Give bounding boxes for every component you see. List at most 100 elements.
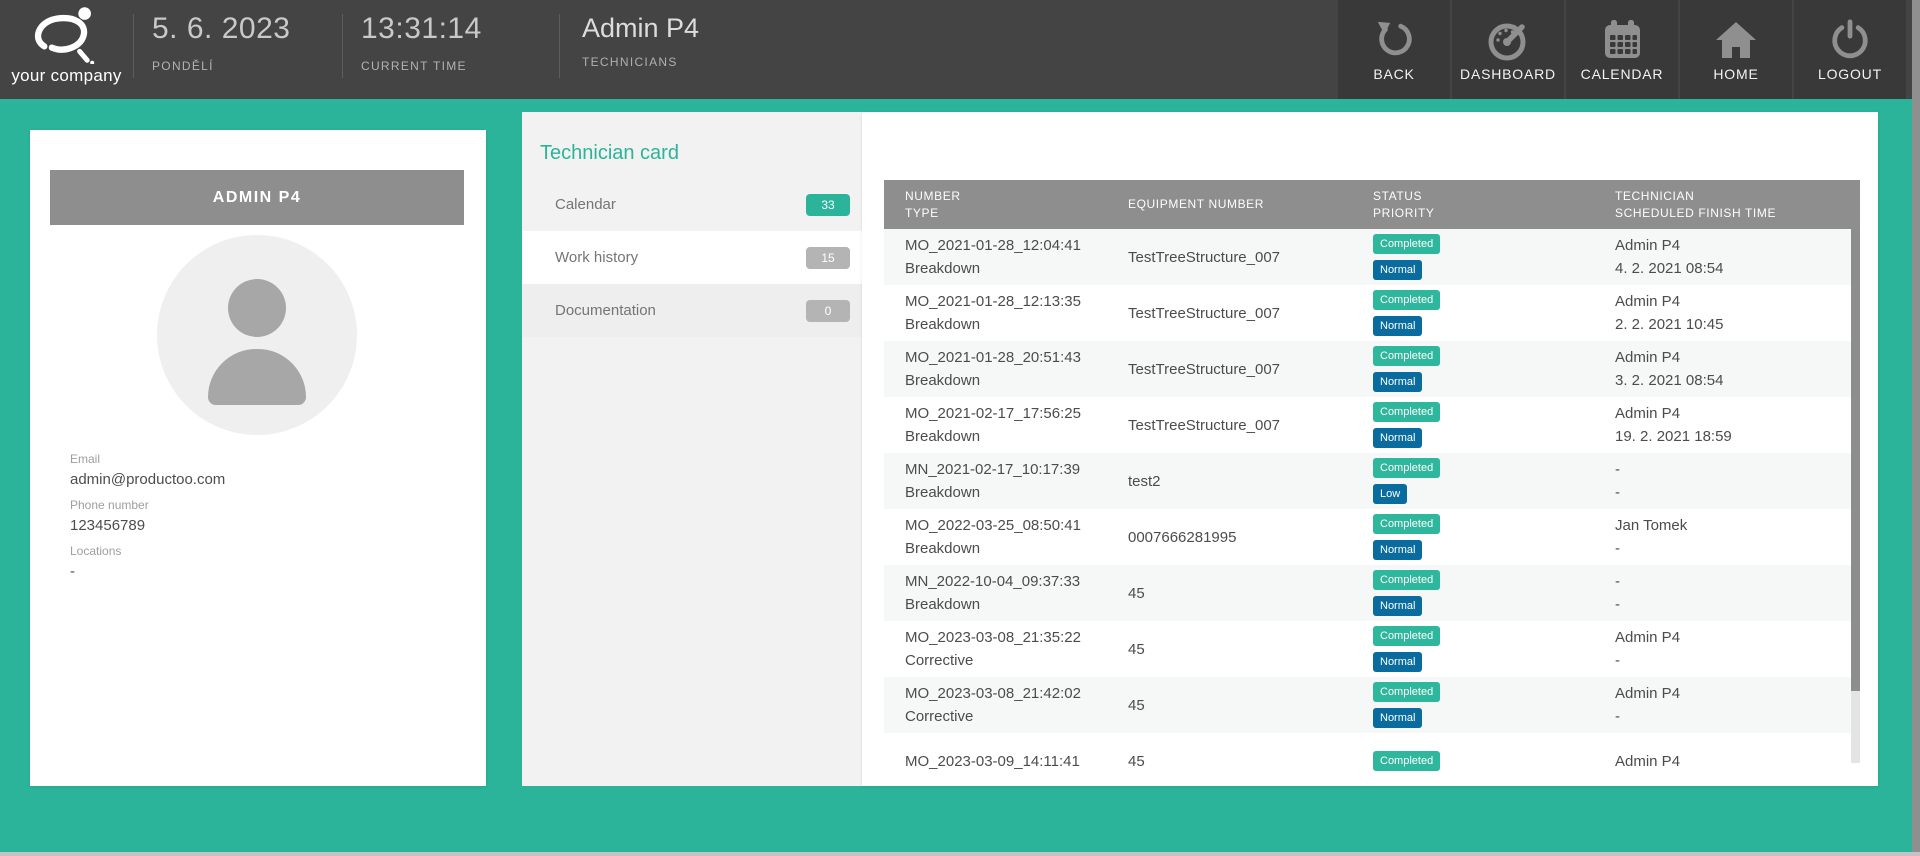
table-row[interactable]: MO_2023-03-08_21:42:02 Corrective 45 Com… xyxy=(884,677,1851,733)
order-number: MN_2022-10-04_09:37:33 xyxy=(905,570,1128,593)
cell-equipment: TestTreeStructure_007 xyxy=(1128,341,1373,397)
cell-status-priority: Completed Normal xyxy=(1373,397,1615,453)
current-time-label: CURRENT TIME xyxy=(361,59,559,73)
technician-name: - xyxy=(1615,570,1851,593)
priority-badge: Normal xyxy=(1373,260,1422,280)
home-button[interactable]: HOME xyxy=(1680,0,1792,99)
equipment-number: 45 xyxy=(1128,750,1373,773)
table-header: NUMBER TYPE EQUIPMENT NUMBER STATUS PRIO… xyxy=(884,180,1860,229)
table-row[interactable]: MO_2021-01-28_20:51:43 Breakdown TestTre… xyxy=(884,341,1851,397)
technician-name: Admin P4 xyxy=(1615,682,1851,705)
current-date: 5. 6. 2023 xyxy=(152,12,342,46)
back-button[interactable]: BACK xyxy=(1338,0,1450,99)
dashboard-button[interactable]: DASHBOARD xyxy=(1452,0,1564,99)
menu-item-label: Calendar xyxy=(555,196,616,213)
scheduled-finish-time: - xyxy=(1615,537,1851,560)
cell-number-type: MO_2021-01-28_12:04:41 Breakdown xyxy=(884,229,1128,285)
cell-technician-finish: Admin P4 4. 2. 2021 08:54 xyxy=(1615,229,1851,285)
cell-technician-finish: Admin P4 2. 2. 2021 10:45 xyxy=(1615,285,1851,341)
menu-item-calendar[interactable]: Calendar 33 xyxy=(522,178,862,231)
cell-status-priority: Completed Normal xyxy=(1373,285,1615,341)
company-logo[interactable]: your company xyxy=(0,0,133,99)
order-number: MO_2021-01-28_12:04:41 xyxy=(905,234,1128,257)
window-horizontal-scrollbar[interactable] xyxy=(0,852,1920,856)
back-label: BACK xyxy=(1373,66,1414,82)
cell-technician-finish: Admin P4 19. 2. 2021 18:59 xyxy=(1615,397,1851,453)
cell-status-priority: Completed Normal xyxy=(1373,341,1615,397)
order-number: MO_2023-03-08_21:42:02 xyxy=(905,682,1128,705)
priority-badge: Normal xyxy=(1373,652,1422,672)
page-title: Admin P4 xyxy=(582,13,1338,44)
cell-technician-finish: Admin P4 3. 2. 2021 08:54 xyxy=(1615,341,1851,397)
table-row[interactable]: MO_2022-03-25_08:50:41 Breakdown 0007666… xyxy=(884,509,1851,565)
technician-name: Admin P4 xyxy=(1615,402,1851,425)
cell-status-priority: Completed xyxy=(1373,733,1615,786)
equipment-number: test2 xyxy=(1128,470,1373,493)
cell-technician-finish: Admin P4 - xyxy=(1615,677,1851,733)
table-row[interactable]: MN_2021-02-17_10:17:39 Breakdown test2 C… xyxy=(884,453,1851,509)
cell-number-type: MO_2021-02-17_17:56:25 Breakdown xyxy=(884,397,1128,453)
topbar: your company 5. 6. 2023 PONDĚLÍ 13:31:14… xyxy=(0,0,1920,99)
cell-status-priority: Completed Low xyxy=(1373,453,1615,509)
scheduled-finish-time: 4. 2. 2021 08:54 xyxy=(1615,257,1851,280)
cell-status-priority: Completed Normal xyxy=(1373,229,1615,285)
table-row[interactable]: MO_2021-02-17_17:56:25 Breakdown TestTre… xyxy=(884,397,1851,453)
cell-number-type: MO_2022-03-25_08:50:41 Breakdown xyxy=(884,509,1128,565)
cell-equipment: 45 xyxy=(1128,621,1373,677)
cell-status-priority: Completed Normal xyxy=(1373,565,1615,621)
cell-number-type: MO_2023-03-08_21:42:02 Corrective xyxy=(884,677,1128,733)
table-scrollbar-track[interactable] xyxy=(1851,229,1860,763)
column-header-technician-finish: TECHNICIAN SCHEDULED FINISH TIME xyxy=(1615,180,1851,229)
table-scrollbar-thumb[interactable] xyxy=(1851,229,1860,691)
company-logo-icon xyxy=(28,6,106,64)
time-block: 13:31:14 CURRENT TIME xyxy=(343,0,559,99)
order-number: MO_2022-03-25_08:50:41 xyxy=(905,514,1128,537)
scheduled-finish-time: - xyxy=(1615,593,1851,616)
status-badge: Completed xyxy=(1373,682,1440,702)
table-body: MO_2021-01-28_12:04:41 Breakdown TestTre… xyxy=(884,229,1851,786)
page-title-block: Admin P4 TECHNICIANS xyxy=(560,0,1338,99)
logout-button[interactable]: LOGOUT xyxy=(1794,0,1906,99)
technician-name: - xyxy=(1615,458,1851,481)
cell-status-priority: Completed Normal xyxy=(1373,509,1615,565)
phone-label: Phone number xyxy=(70,498,225,512)
dashboard-label: DASHBOARD xyxy=(1460,66,1556,82)
status-badge: Completed xyxy=(1373,751,1440,771)
table-row[interactable]: MO_2021-01-28_12:04:41 Breakdown TestTre… xyxy=(884,229,1851,285)
order-number: MO_2021-02-17_17:56:25 xyxy=(905,402,1128,425)
table-row[interactable]: MO_2023-03-08_21:35:22 Corrective 45 Com… xyxy=(884,621,1851,677)
scheduled-finish-time: 3. 2. 2021 08:54 xyxy=(1615,369,1851,392)
cell-number-type: MO_2023-03-08_21:35:22 Corrective xyxy=(884,621,1128,677)
order-type: Corrective xyxy=(905,649,1128,672)
status-badge: Completed xyxy=(1373,346,1440,366)
technician-card-list: Calendar 33 Work history 15 Documentatio… xyxy=(522,178,862,337)
priority-badge: Normal xyxy=(1373,372,1422,392)
table-row[interactable]: MN_2022-10-04_09:37:33 Breakdown 45 Comp… xyxy=(884,565,1851,621)
profile-details: Email admin@productoo.com Phone number 1… xyxy=(70,452,225,590)
scheduled-finish-time: - xyxy=(1615,649,1851,672)
priority-badge: Normal xyxy=(1373,708,1422,728)
locations-label: Locations xyxy=(70,544,225,558)
cell-technician-finish: - - xyxy=(1615,565,1851,621)
current-day-label: PONDĚLÍ xyxy=(152,59,342,73)
cell-technician-finish: Admin P4 xyxy=(1615,733,1851,786)
table-row[interactable]: MO_2023-03-09_14:11:41 45 Completed Admi… xyxy=(884,733,1851,786)
order-type: Breakdown xyxy=(905,257,1128,280)
work-history-card: NUMBER TYPE EQUIPMENT NUMBER STATUS PRIO… xyxy=(862,112,1878,786)
table-row[interactable]: MO_2021-01-28_12:13:35 Breakdown TestTre… xyxy=(884,285,1851,341)
status-badge: Completed xyxy=(1373,570,1440,590)
technician-name: Jan Tomek xyxy=(1615,514,1851,537)
topbar-nav: BACK DASHBOARD xyxy=(1338,0,1906,99)
window-vertical-scrollbar[interactable] xyxy=(1912,0,1920,852)
home-label: HOME xyxy=(1713,66,1758,82)
calendar-button[interactable]: CALENDAR xyxy=(1566,0,1678,99)
technician-name: Admin P4 xyxy=(1615,290,1851,313)
profile-card: ADMIN P4 Email admin@productoo.com Phone… xyxy=(30,130,486,786)
menu-item-work-history[interactable]: Work history 15 xyxy=(522,231,862,284)
cell-equipment: 45 xyxy=(1128,565,1373,621)
cell-number-type: MO_2021-01-28_20:51:43 Breakdown xyxy=(884,341,1128,397)
priority-badge: Normal xyxy=(1373,596,1422,616)
calendar-label: CALENDAR xyxy=(1581,66,1664,82)
order-type: Breakdown xyxy=(905,425,1128,448)
menu-item-documentation[interactable]: Documentation 0 xyxy=(522,284,862,337)
